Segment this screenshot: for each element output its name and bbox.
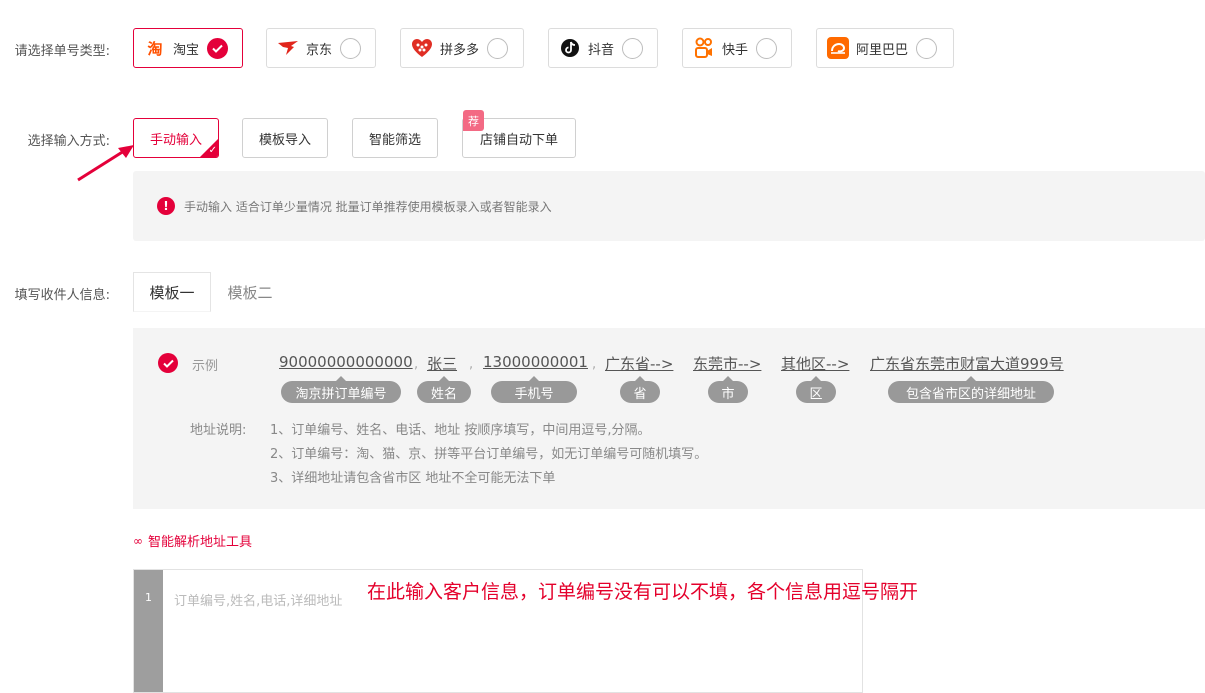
- check-icon: [207, 37, 229, 59]
- tag-order-number: 淘京拼订单编号: [281, 376, 401, 403]
- douyin-icon: [559, 37, 581, 59]
- platform-name: 拼多多: [440, 42, 480, 58]
- platform-taobao-option[interactable]: 淘 淘宝: [133, 28, 243, 68]
- platform-name: 淘宝: [173, 42, 200, 58]
- separator: ,: [414, 357, 419, 372]
- radio-circle: [622, 37, 644, 59]
- platform-alibaba-option[interactable]: 阿里巴巴: [816, 28, 954, 68]
- mode-shop-auto-order-button[interactable]: 荐 店铺自动下单: [462, 110, 576, 158]
- example-label: 示例: [192, 359, 219, 374]
- platform-name: 京东: [306, 42, 333, 58]
- tag-district: 区: [796, 376, 836, 403]
- tag-phone: 手机号: [491, 376, 577, 403]
- mode-label: 智能筛选: [368, 132, 421, 148]
- platform-name: 阿里巴巴: [856, 42, 909, 58]
- tab-template-one[interactable]: 模板一: [133, 272, 211, 312]
- link-icon: ∞: [133, 533, 143, 548]
- mode-smart-filter-button[interactable]: 智能筛选: [352, 118, 438, 158]
- mode-notice: ! 手动输入 适合订单少量情况 批量订单推荐使用模板录入或者智能录入: [133, 171, 1205, 241]
- pinduoduo-icon: [411, 37, 433, 59]
- kuaishou-icon: [693, 37, 715, 59]
- smart-parse-address-link[interactable]: ∞ 智能解析地址工具: [133, 531, 253, 551]
- mode-label: 店铺自动下单: [479, 132, 558, 148]
- platform-pinduoduo-option[interactable]: 拼多多: [400, 28, 524, 68]
- tab-template-two[interactable]: 模板二: [211, 272, 289, 312]
- tag-city: 市: [708, 376, 748, 403]
- notice-text: 手动输入 适合订单少量情况 批量订单推荐使用模板录入或者智能录入: [184, 199, 552, 214]
- tag-province: 省: [620, 376, 660, 403]
- tag-detail-address: 包含省市区的详细地址: [888, 376, 1054, 403]
- platform-kuaishou-option[interactable]: 快手: [682, 28, 792, 68]
- platform-douyin-option[interactable]: 抖音: [548, 28, 658, 68]
- receiver-info-label: 填写收件人信息:: [14, 288, 110, 303]
- platform-name: 快手: [722, 42, 749, 58]
- parse-link-label: 智能解析地址工具: [148, 535, 253, 550]
- radio-circle: [487, 37, 509, 59]
- taobao-icon: 淘: [147, 39, 163, 58]
- address-note: 3、详细地址请包含省市区 地址不全可能无法下单: [270, 471, 556, 486]
- mode-template-import-button[interactable]: 模板导入: [242, 118, 328, 158]
- example-district: 其他区-->: [781, 355, 850, 373]
- radio-circle: [756, 37, 778, 59]
- order-type-label: 请选择单号类型:: [14, 44, 110, 59]
- example-phone: 13000000001: [483, 353, 588, 371]
- annotation-hint: 在此输入客户信息，订单编号没有可以不填，各个信息用逗号隔开: [367, 581, 919, 603]
- line-number: 1: [145, 591, 152, 604]
- recommend-badge: 荐: [463, 110, 484, 131]
- example-name: 张三: [427, 355, 458, 373]
- platform-name: 抖音: [588, 42, 615, 58]
- radio-circle: [340, 37, 362, 59]
- check-icon: ✓: [208, 145, 217, 156]
- address-note: 1、订单编号、姓名、电话、地址 按顺序填写，中间用逗号,分隔。: [270, 423, 651, 438]
- platform-jd-option[interactable]: 京东: [266, 28, 376, 68]
- jd-icon: [277, 37, 299, 59]
- example-province: 广东省-->: [605, 355, 674, 373]
- radio-circle: [916, 37, 938, 59]
- alibaba-icon: [827, 37, 849, 59]
- example-panel: 示例 90000000000000 , 张三 , 13000000001 , 广…: [133, 328, 1205, 509]
- separator: ,: [469, 357, 474, 372]
- example-city: 东莞市-->: [693, 355, 762, 373]
- example-order-number: 90000000000000: [279, 353, 413, 371]
- example-detail-address: 广东省东莞市财富大道999号: [870, 355, 1064, 373]
- mode-manual-button[interactable]: 手动输入 ✓: [133, 118, 219, 158]
- tag-name: 姓名: [417, 376, 471, 403]
- separator: ,: [592, 357, 597, 372]
- editor-placeholder: 订单编号,姓名,电话,详细地址: [174, 594, 343, 609]
- address-note: 2、订单编号：淘、猫、京、拼等平台订单编号，如无订单编号可随机填写。: [270, 447, 708, 462]
- mode-label: 模板导入: [258, 132, 311, 148]
- address-notes-title: 地址说明:: [190, 423, 247, 438]
- line-number-gutter: 1: [134, 570, 163, 692]
- pointer-arrow-icon: [77, 145, 134, 182]
- check-circle-icon: [158, 353, 178, 373]
- warning-icon: !: [157, 197, 175, 215]
- mode-label: 手动输入: [149, 132, 202, 148]
